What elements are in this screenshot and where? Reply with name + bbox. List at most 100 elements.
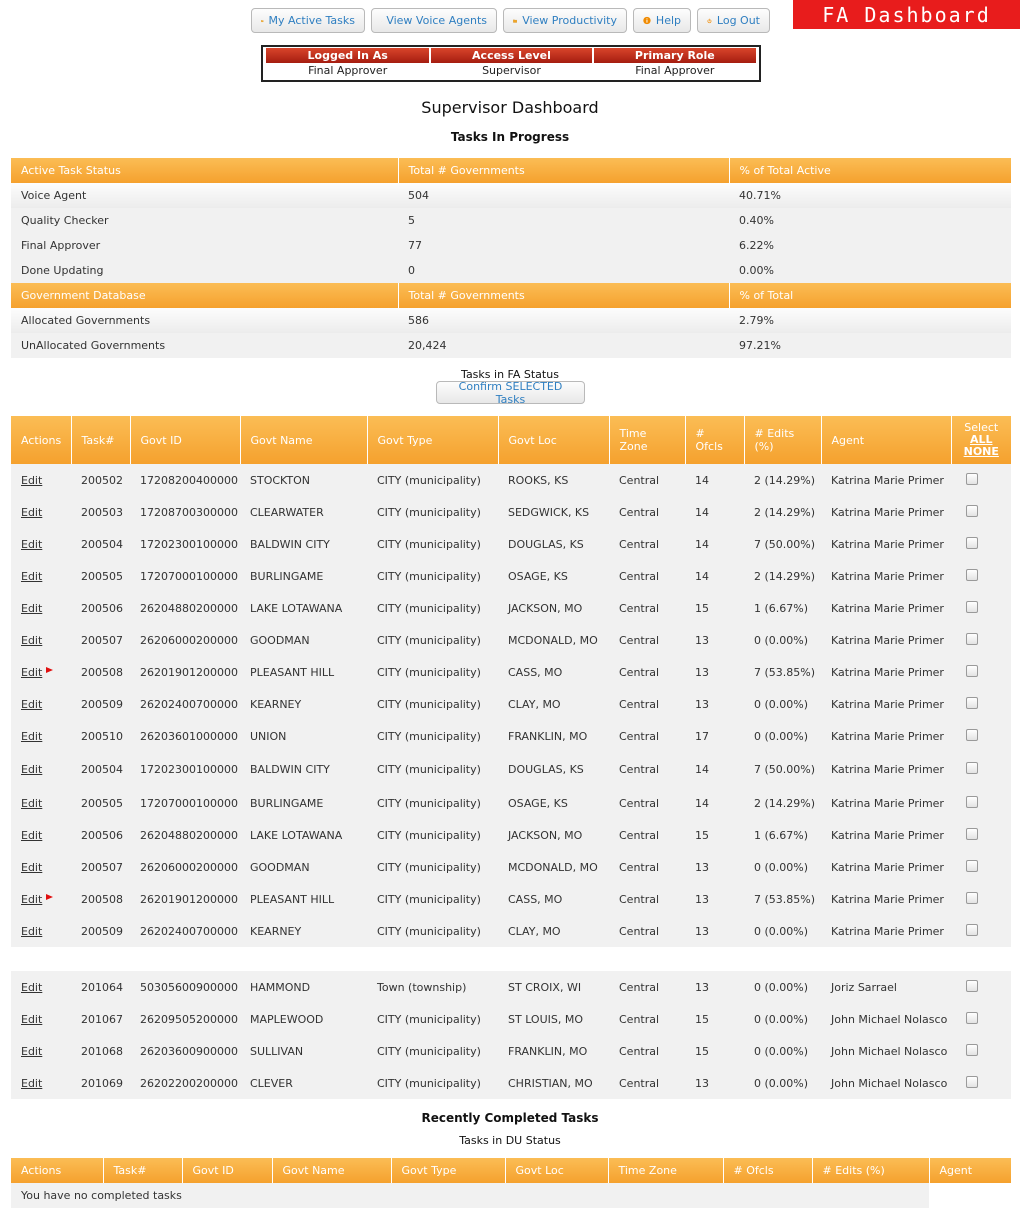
ofcls-count: 13 [685, 915, 744, 947]
time-zone: Central [609, 971, 685, 1003]
select-cell [951, 624, 1011, 656]
agent-name: Katrina Marie Primer [821, 560, 951, 592]
view-voice-agents-button[interactable]: View Voice Agents [371, 8, 497, 33]
my-active-tasks-button[interactable]: My Active Tasks [251, 8, 365, 33]
select-checkbox[interactable] [966, 1011, 978, 1024]
select-checkbox[interactable] [966, 536, 978, 549]
confirm-selected-tasks-button[interactable]: Confirm SELECTED Tasks [436, 380, 585, 406]
select-checkbox[interactable] [966, 979, 978, 992]
actions-cell: Edit [11, 1067, 71, 1099]
task-number: 200502 [71, 464, 130, 496]
edit-link[interactable]: Edit [21, 1013, 42, 1026]
select-checkbox[interactable] [966, 600, 978, 613]
ofcls-count: 14 [685, 752, 744, 787]
log-out-button[interactable]: Log Out [697, 8, 770, 33]
edit-link[interactable]: Edit [21, 506, 42, 519]
actions-cell: Edit [11, 560, 71, 592]
edit-link[interactable]: Edit [21, 570, 42, 583]
edit-link[interactable]: Edit [21, 861, 42, 874]
edit-link[interactable]: Edit [21, 1045, 42, 1058]
power-icon [707, 18, 712, 23]
select-cell [951, 1067, 1011, 1099]
select-checkbox[interactable] [966, 827, 978, 840]
edits-count: 7 (53.85%) [744, 656, 821, 688]
column-header-task: Task# [71, 416, 131, 464]
completed-tasks-table: Actions Task# Govt ID Govt Name Govt Typ… [11, 1158, 1011, 1208]
select-cell [951, 528, 1011, 560]
edit-link[interactable]: Edit [21, 730, 42, 743]
select-checkbox[interactable] [966, 664, 978, 677]
view-productivity-button[interactable]: View Productivity [503, 8, 627, 33]
edit-link[interactable]: Edit [21, 925, 42, 938]
task-number: 200510 [71, 720, 130, 752]
edit-link[interactable]: Edit [21, 634, 42, 647]
govt-id: 17208700300000 [130, 496, 240, 528]
select-checkbox[interactable] [966, 923, 978, 936]
edit-link[interactable]: Edit [21, 1077, 42, 1090]
select-checkbox[interactable] [966, 696, 978, 709]
actions-cell: Edit [11, 1035, 71, 1067]
govt-name: BURLINGAME [240, 560, 367, 592]
ofcls-count: 13 [685, 883, 744, 915]
select-cell [951, 915, 1011, 947]
task-number: 201064 [71, 971, 130, 1003]
select-none-link[interactable]: NONE [954, 446, 1010, 458]
edit-link[interactable]: Edit [21, 666, 42, 679]
govt-loc: MCDONALD, MO [498, 851, 609, 883]
help-label: Help [655, 14, 681, 27]
column-header-edits: # Edits (%) [812, 1158, 930, 1183]
govt-type: CITY (municipality) [367, 915, 498, 947]
table-row: Edit 200508 26201901200000 PLEASANT HILL CIT… [11, 883, 1011, 915]
edit-link[interactable]: Edit [21, 893, 42, 906]
select-checkbox[interactable] [966, 762, 978, 774]
table-gap-row [11, 947, 1011, 971]
my-active-tasks-label: My Active Tasks [268, 14, 356, 27]
select-checkbox[interactable] [966, 472, 978, 485]
edit-link[interactable]: Edit [21, 474, 42, 487]
table-row: Edit 200507 26206000200000 GOODMAN CITY (mun… [11, 624, 1011, 656]
ofcls-count: 13 [685, 971, 744, 1003]
select-cell [951, 560, 1011, 592]
govt-id: 17208200400000 [130, 464, 240, 496]
edit-link[interactable]: Edit [21, 538, 42, 551]
time-zone: Central [609, 464, 685, 496]
select-checkbox[interactable] [966, 728, 978, 741]
select-checkbox[interactable] [966, 795, 978, 808]
agent-name: Katrina Marie Primer [821, 752, 951, 787]
select-checkbox[interactable] [966, 891, 978, 904]
time-zone: Central [609, 915, 685, 947]
select-checkbox[interactable] [966, 859, 978, 872]
select-checkbox[interactable] [966, 568, 978, 581]
govt-type: CITY (municipality) [367, 1067, 498, 1099]
ofcls-count: 17 [685, 720, 744, 752]
govt-id: 26203601000000 [130, 720, 240, 752]
actions-cell: Edit [11, 496, 71, 528]
select-checkbox[interactable] [966, 1043, 978, 1056]
edit-link[interactable]: Edit [21, 981, 42, 994]
empty-message: You have no completed tasks [11, 1183, 929, 1208]
task-number: 200506 [71, 592, 130, 624]
govt-type: CITY (municipality) [367, 851, 498, 883]
table-row: Edit 200506 26204880200000 LAKE LOTAWANA CIT… [11, 592, 1011, 624]
edit-link[interactable]: Edit [21, 797, 42, 810]
info-icon [643, 16, 651, 25]
edit-link[interactable]: Edit [21, 829, 42, 842]
time-zone: Central [609, 819, 685, 851]
edit-link[interactable]: Edit [21, 763, 42, 776]
select-checkbox[interactable] [966, 632, 978, 645]
govt-type: CITY (municipality) [367, 592, 498, 624]
select-checkbox[interactable] [966, 1075, 978, 1088]
task-number: 200507 [71, 851, 130, 883]
edit-link[interactable]: Edit [21, 698, 42, 711]
time-zone: Central [609, 528, 685, 560]
select-checkbox[interactable] [966, 504, 978, 517]
ofcls-count: 13 [685, 851, 744, 883]
help-button[interactable]: Help [633, 8, 691, 33]
agent-name: Katrina Marie Primer [821, 592, 951, 624]
govt-loc: CHRISTIAN, MO [498, 1067, 609, 1099]
db-label: Allocated Governments [11, 308, 398, 333]
column-header: Total # Governments [398, 158, 730, 183]
column-header-actions: Actions [11, 416, 72, 464]
ofcls-count: 15 [685, 1003, 744, 1035]
edit-link[interactable]: Edit [21, 602, 42, 615]
